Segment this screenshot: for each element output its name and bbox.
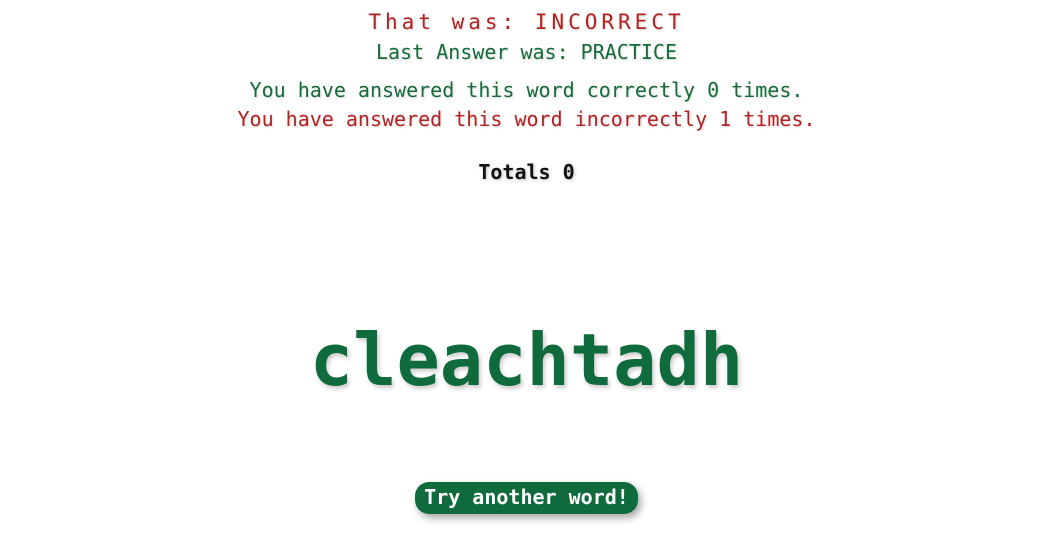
totals-text: Totals 0 — [478, 160, 575, 184]
quiz-word: cleachtadh — [309, 318, 744, 402]
last-answer-text: Last Answer was: PRACTICE — [375, 40, 678, 64]
result-status: That was: INCORRECT — [368, 10, 685, 34]
action-area: Try another word! — [0, 482, 1053, 514]
correct-count-text: You have answered this word correctly 0 … — [249, 78, 804, 102]
incorrect-count-text: You have answered this word incorrectly … — [237, 107, 816, 131]
try-another-word-button[interactable]: Try another word! — [415, 482, 638, 514]
